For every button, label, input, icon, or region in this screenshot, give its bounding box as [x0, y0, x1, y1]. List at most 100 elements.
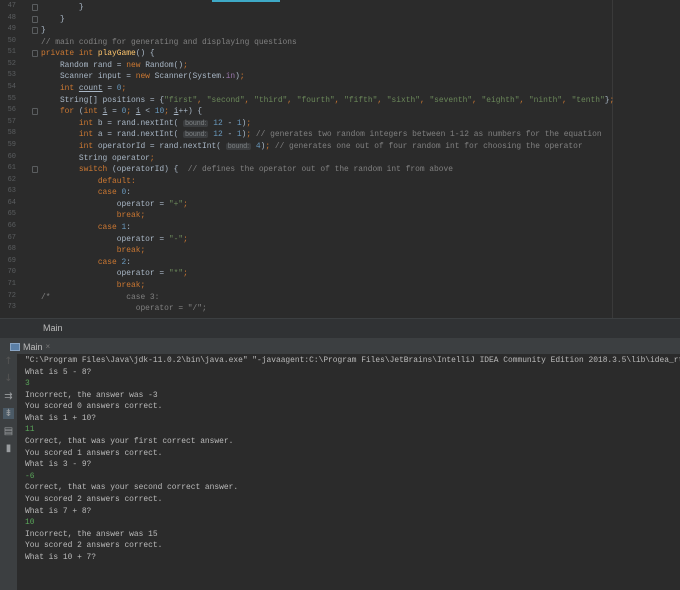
parameter-hint: bound:	[225, 142, 252, 150]
code-token: 12	[208, 118, 228, 128]
console-output-line: You scored 0 answers correct.	[25, 402, 163, 412]
code-token: ;	[239, 72, 245, 82]
code-token: ,	[287, 95, 297, 105]
code-token: case	[41, 257, 122, 267]
code-token: }	[41, 26, 46, 36]
right-margin-guide	[612, 0, 613, 318]
tab-main[interactable]: Main ×	[10, 339, 50, 354]
console-output-line: "C:\Program Files\Java\jdk-11.0.2\bin\ja…	[25, 356, 680, 365]
code-token: :	[126, 188, 131, 198]
code-token: // defines the operator out of the rando…	[187, 165, 453, 175]
trash-icon[interactable]: ▮	[3, 443, 14, 454]
fold-marker-icon[interactable]	[32, 4, 38, 11]
code-token: private int	[41, 49, 98, 59]
code-line: case 1:	[41, 222, 131, 233]
code-line: operator = "-";	[41, 234, 188, 245]
code-token: ;	[183, 60, 188, 70]
code-token: 12	[208, 130, 228, 140]
code-token: ,	[197, 95, 207, 105]
code-line: }	[41, 25, 46, 36]
print-icon[interactable]: ▤	[3, 426, 14, 437]
code-token: operator =	[41, 269, 169, 279]
code-line: int a = rand.nextInt( bound: 12 - 1); //…	[41, 129, 602, 140]
scroll-to-end-icon[interactable]: ⇟	[3, 408, 14, 419]
close-tab-icon[interactable]: ×	[46, 342, 51, 351]
code-token: int	[41, 84, 79, 94]
line-number: 55	[7, 94, 16, 103]
code-token: new	[135, 72, 155, 82]
code-token: break;	[41, 280, 146, 290]
code-line: break;	[41, 210, 145, 221]
fold-marker-icon[interactable]	[32, 166, 38, 174]
code-token: operatorId = rand.nextInt(	[97, 141, 226, 151]
line-number: 48	[7, 13, 16, 22]
code-token: ;	[609, 95, 615, 105]
code-line: break;	[41, 280, 145, 291]
fold-marker-icon[interactable]	[32, 27, 38, 35]
code-token: String operator	[41, 153, 150, 163]
code-token: operator =	[41, 199, 169, 209]
code-token: ;	[149, 153, 155, 163]
down-arrow-icon[interactable]: ↓	[3, 373, 14, 384]
code-token: // generates one out of four random int …	[274, 141, 583, 151]
code-token: ;	[246, 130, 256, 140]
tab-main-label: Main	[23, 341, 43, 352]
code-token: "seventh"	[429, 95, 473, 105]
code-token: int	[83, 107, 103, 117]
console-output-line: You scored 1 answers correct.	[25, 448, 163, 458]
code-token: ;	[265, 141, 275, 151]
code-token: break;	[41, 211, 146, 221]
code-editor[interactable]: 47 48 49 50 51 52 53 54 55 56 57 58 59 60 61 62 63 64 65 66…	[0, 0, 680, 318]
line-number: 60	[7, 152, 16, 161]
up-arrow-icon[interactable]: ↑	[3, 356, 14, 367]
line-number: 47	[7, 2, 16, 10]
fold-marker-icon[interactable]	[32, 108, 38, 116]
code-line: break;	[41, 245, 145, 256]
code-token: String[] positions = {	[41, 95, 165, 105]
code-token: }	[41, 3, 84, 12]
code-line: Scanner input = new Scanner(System.in);	[41, 71, 245, 82]
line-number-gutter: 47 48 49 50 51 52 53 54 55 56 57 58 59 60 61 62 63 64 65 66…	[0, 0, 40, 318]
code-token: Random rand =	[41, 60, 127, 70]
code-line: }	[41, 2, 84, 13]
code-line: Random rand = new Random();	[41, 60, 188, 71]
run-tool-tabs: Main ×	[0, 338, 680, 354]
code-token: :	[126, 257, 131, 267]
code-line: operator = "+";	[41, 199, 188, 210]
code-token: int	[41, 118, 98, 128]
code-token: ++) {	[178, 107, 203, 117]
fold-marker-icon[interactable]	[32, 50, 38, 58]
code-token: ,	[419, 95, 430, 105]
code-token: int	[41, 141, 98, 151]
line-number: 59	[7, 140, 16, 149]
code-token: default:	[41, 176, 136, 186]
code-token: // generates two random integers between…	[255, 130, 602, 140]
line-number: 56	[7, 106, 16, 115]
fold-marker-icon[interactable]	[32, 15, 38, 23]
code-token: ,	[334, 95, 345, 105]
code-token: ,	[519, 95, 529, 105]
code-token: case	[41, 188, 122, 198]
code-line: String operator;	[41, 153, 155, 164]
code-token: "tenth"	[571, 95, 605, 105]
console-output[interactable]: "C:\Program Files\Java\jdk-11.0.2\bin\ja…	[17, 354, 680, 590]
code-token: new	[126, 60, 146, 70]
run-console-icon	[10, 342, 20, 351]
soft-wrap-icon[interactable]: ⇉	[3, 391, 14, 402]
line-number: 53	[7, 71, 16, 80]
code-token: -	[227, 118, 237, 128]
console-output-line: You scored 2 answers correct.	[25, 541, 163, 551]
console-output-line: Correct, that was your first correct ans…	[25, 437, 234, 447]
code-token: "second"	[206, 95, 245, 105]
code-token: Scanner input =	[41, 72, 136, 82]
line-number: 70	[7, 268, 16, 277]
code-token: for	[41, 107, 79, 117]
code-token: operator = "/";	[41, 304, 207, 314]
console-output-line: What is 7 + 8?	[25, 506, 92, 516]
code-line: operator = "/";	[41, 303, 207, 314]
code-token: ;	[183, 234, 188, 244]
code-token: 4	[251, 141, 261, 151]
code-token: ;	[246, 118, 252, 128]
code-token: playGame	[97, 49, 136, 59]
console-output-line: What is 5 - 8?	[25, 367, 92, 377]
